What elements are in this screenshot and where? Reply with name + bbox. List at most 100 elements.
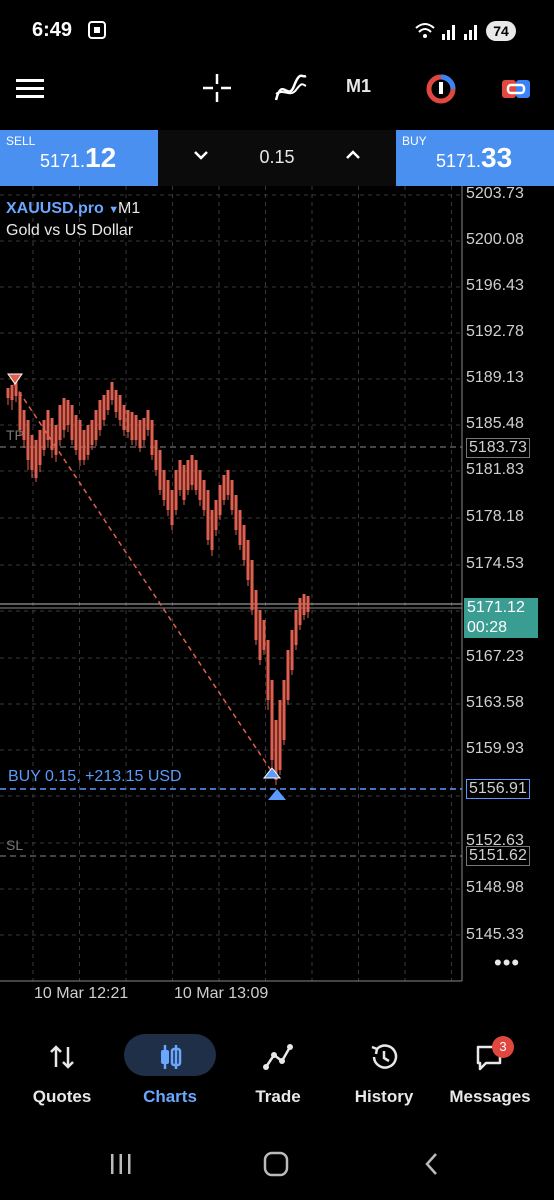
candle xyxy=(186,460,190,490)
symbol-description: Gold vs US Dollar xyxy=(6,222,134,239)
candle xyxy=(230,480,234,510)
chart-grid xyxy=(0,186,463,982)
candle xyxy=(62,398,66,430)
position-price-tag: 5156.91 xyxy=(466,779,530,799)
sell-label: SELL xyxy=(6,134,36,148)
more-options-icon[interactable]: ••• xyxy=(494,950,520,976)
nav-label: Charts xyxy=(143,1087,197,1106)
sl-price-tag: 5151.62 xyxy=(466,846,530,866)
price-chart[interactable] xyxy=(0,186,554,986)
crosshair-icon[interactable] xyxy=(201,72,233,104)
symbol-name[interactable]: XAUUSD.pro ▼ xyxy=(6,200,119,218)
candle xyxy=(198,470,202,500)
candle xyxy=(162,470,166,500)
candle xyxy=(222,475,226,500)
messages-badge: 3 xyxy=(492,1036,514,1058)
candle xyxy=(138,420,142,448)
candle xyxy=(146,410,150,430)
candle xyxy=(110,382,114,400)
history-icon xyxy=(371,1044,398,1069)
price-axis-label: 5178.18 xyxy=(466,508,524,525)
candle xyxy=(258,610,262,660)
sl-label: SL xyxy=(6,837,24,853)
timeframe-button[interactable]: M1 xyxy=(346,76,388,100)
position-marker-icon xyxy=(268,789,286,800)
candlesticks xyxy=(6,380,310,785)
price-axis-label: 5174.53 xyxy=(466,555,524,572)
candle xyxy=(302,594,306,615)
symbol-text: XAUUSD.pro xyxy=(6,200,104,217)
candle xyxy=(106,390,110,410)
candle xyxy=(102,395,106,420)
buy-label: BUY xyxy=(402,134,427,148)
candle xyxy=(90,420,94,445)
candle xyxy=(226,470,230,495)
buy-price: 5171.33 xyxy=(436,142,512,174)
candle xyxy=(278,700,282,770)
current-price: 5171.12 xyxy=(467,599,525,616)
candle xyxy=(210,510,214,550)
candle xyxy=(194,460,198,490)
candle xyxy=(66,400,70,425)
position-label[interactable]: BUY 0.15, +213.15 USD xyxy=(8,768,182,786)
candle xyxy=(46,410,50,440)
nav-charts[interactable]: Charts xyxy=(120,1035,220,1110)
price-axis-label: 5163.58 xyxy=(466,694,524,711)
tp-label: TP xyxy=(6,427,24,443)
price-axis-label: 5167.23 xyxy=(466,648,524,665)
candle xyxy=(70,405,74,440)
candle xyxy=(202,480,206,510)
candle xyxy=(118,395,122,420)
candle xyxy=(54,425,58,455)
candle xyxy=(78,420,82,460)
candle xyxy=(254,590,258,640)
home-icon[interactable] xyxy=(263,1151,289,1177)
indicators-icon[interactable] xyxy=(274,72,308,104)
recents-icon[interactable] xyxy=(108,1152,134,1176)
candle xyxy=(266,640,270,700)
menu-icon[interactable] xyxy=(16,78,44,100)
nav-label: History xyxy=(354,1087,414,1106)
symbol-timeframe: M1 xyxy=(118,200,141,217)
candle xyxy=(10,385,14,400)
buy-button[interactable]: BUY 5171.33 xyxy=(396,130,554,186)
back-icon[interactable] xyxy=(422,1152,442,1176)
nav-messages[interactable]: Messages xyxy=(440,1035,540,1110)
candle xyxy=(246,540,250,580)
candle xyxy=(86,425,90,455)
candle xyxy=(134,415,138,440)
tp-price-tag: 5183.73 xyxy=(466,438,530,458)
screenshot-icon xyxy=(88,21,106,39)
candle xyxy=(290,630,294,670)
candle xyxy=(190,455,194,485)
candle xyxy=(250,560,254,610)
price-axis-label: 5181.83 xyxy=(466,461,524,478)
trade-toggle-icon[interactable] xyxy=(500,76,532,102)
trade-icon xyxy=(263,1044,293,1070)
candle xyxy=(94,410,98,440)
candle xyxy=(142,418,146,440)
sell-button[interactable]: SELL 5171.12 xyxy=(0,130,158,186)
chevron-down-icon[interactable] xyxy=(192,148,210,162)
candle xyxy=(166,480,170,510)
candle xyxy=(282,680,286,740)
price-axis-label: 5192.78 xyxy=(466,323,524,340)
candle xyxy=(206,490,210,540)
candle xyxy=(6,388,10,398)
nav-history[interactable]: History xyxy=(334,1035,434,1110)
status-time: 6:49 xyxy=(32,19,73,41)
candle xyxy=(238,510,242,545)
nav-trade[interactable]: Trade xyxy=(228,1035,328,1110)
volume-value[interactable]: 0.15 xyxy=(240,147,314,168)
battery-badge: 74 xyxy=(486,21,516,41)
candle xyxy=(294,610,298,645)
buy-marker-icon xyxy=(262,767,282,779)
objects-icon[interactable] xyxy=(426,74,456,104)
candle xyxy=(50,418,54,450)
nav-quotes[interactable]: Quotes xyxy=(12,1035,112,1110)
nav-label: Trade xyxy=(255,1087,301,1106)
candle xyxy=(82,430,86,460)
candle xyxy=(182,465,186,500)
chevron-up-icon[interactable] xyxy=(344,148,362,162)
candle xyxy=(234,495,238,530)
